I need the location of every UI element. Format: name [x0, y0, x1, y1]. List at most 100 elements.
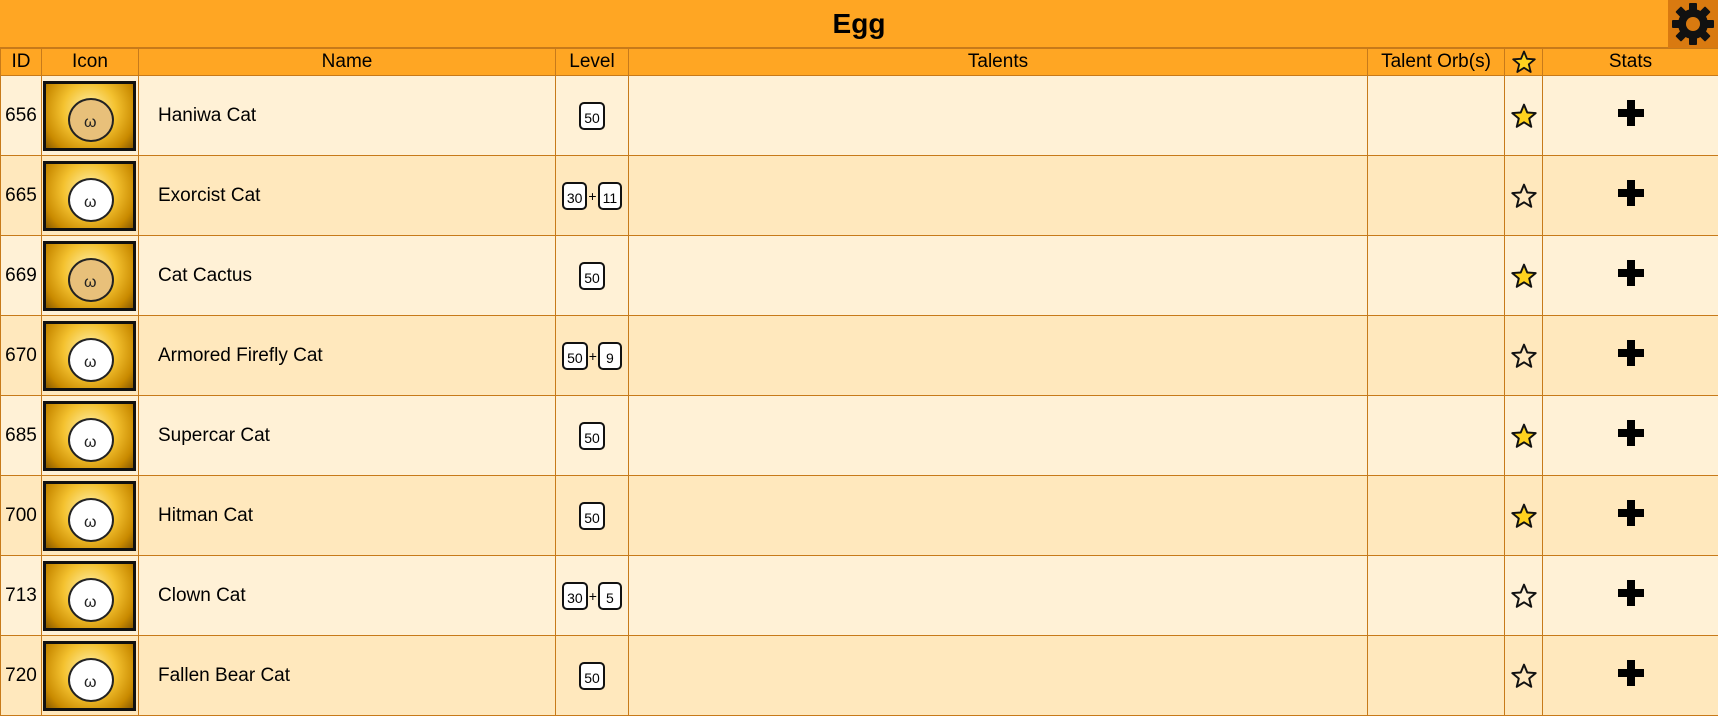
level-cell: 50 [556, 236, 629, 316]
star-icon[interactable] [1511, 503, 1537, 529]
table-row: 665 Exorcist Cat 30+11 [1, 156, 1718, 236]
cat-icon [43, 401, 136, 471]
expand-stats-icon[interactable] [1617, 659, 1645, 687]
star-icon[interactable] [1511, 663, 1537, 689]
level-input[interactable]: 50 [579, 102, 605, 130]
cat-name: Clown Cat [139, 556, 556, 636]
cat-id: 669 [1, 236, 42, 316]
table-header-row: ID Icon Name Level Talents Talent Orb(s)… [1, 49, 1718, 76]
col-header-name[interactable]: Name [139, 49, 556, 76]
favorite-cell [1505, 236, 1543, 316]
cat-id: 713 [1, 556, 42, 636]
favorite-cell [1505, 156, 1543, 236]
cat-icon [43, 81, 136, 151]
stats-cell [1543, 236, 1718, 316]
settings-button[interactable] [1668, 0, 1718, 48]
cat-face-icon [68, 178, 114, 222]
icon-cell [42, 476, 139, 556]
cat-id: 670 [1, 316, 42, 396]
level-cell: 50+9 [556, 316, 629, 396]
orbs-cell [1368, 396, 1505, 476]
level-input[interactable]: 50 [579, 502, 605, 530]
level-input[interactable]: 50 [579, 422, 605, 450]
cat-icon [43, 641, 136, 711]
orbs-cell [1368, 556, 1505, 636]
favorite-cell [1505, 76, 1543, 156]
expand-stats-icon[interactable] [1617, 579, 1645, 607]
col-header-icon[interactable]: Icon [42, 49, 139, 76]
table-row: 670 Armored Firefly Cat 50+9 [1, 316, 1718, 396]
cat-table: ID Icon Name Level Talents Talent Orb(s)… [0, 48, 1718, 716]
level-cell: 50 [556, 476, 629, 556]
cat-icon [43, 321, 136, 391]
cat-name: Cat Cactus [139, 236, 556, 316]
talents-cell [629, 76, 1368, 156]
cat-face-icon [68, 578, 114, 622]
col-header-stats[interactable]: Stats [1543, 49, 1718, 76]
stats-cell [1543, 476, 1718, 556]
level-cell: 30+11 [556, 156, 629, 236]
cat-face-icon [68, 98, 114, 142]
icon-cell [42, 156, 139, 236]
star-icon [1512, 50, 1536, 74]
level-control: 30+5 [562, 582, 622, 610]
level-input[interactable]: 50 [579, 262, 605, 290]
orbs-cell [1368, 636, 1505, 716]
cat-id: 720 [1, 636, 42, 716]
level-input[interactable]: 30 [562, 182, 588, 210]
stats-cell [1543, 76, 1718, 156]
favorite-cell [1505, 396, 1543, 476]
col-header-orbs[interactable]: Talent Orb(s) [1368, 49, 1505, 76]
talents-cell [629, 556, 1368, 636]
star-icon[interactable] [1511, 183, 1537, 209]
cat-id: 700 [1, 476, 42, 556]
expand-stats-icon[interactable] [1617, 339, 1645, 367]
star-icon[interactable] [1511, 583, 1537, 609]
icon-cell [42, 76, 139, 156]
plus-level-input[interactable]: 9 [598, 342, 622, 370]
level-separator: + [589, 348, 597, 364]
col-header-level[interactable]: Level [556, 49, 629, 76]
plus-level-input[interactable]: 11 [598, 182, 623, 210]
col-header-id[interactable]: ID [1, 49, 42, 76]
orbs-cell [1368, 156, 1505, 236]
stats-cell [1543, 396, 1718, 476]
cat-name: Haniwa Cat [139, 76, 556, 156]
cat-icon [43, 561, 136, 631]
table-row: 656 Haniwa Cat 50 [1, 76, 1718, 156]
level-cell: 30+5 [556, 556, 629, 636]
cat-name: Fallen Bear Cat [139, 636, 556, 716]
table-row: 713 Clown Cat 30+5 [1, 556, 1718, 636]
level-input[interactable]: 30 [562, 582, 588, 610]
page-header: Egg [0, 0, 1718, 48]
talents-cell [629, 236, 1368, 316]
icon-cell [42, 556, 139, 636]
orbs-cell [1368, 76, 1505, 156]
talents-cell [629, 636, 1368, 716]
col-header-talents[interactable]: Talents [629, 49, 1368, 76]
level-input[interactable]: 50 [562, 342, 588, 370]
col-header-favorite[interactable] [1505, 49, 1543, 76]
expand-stats-icon[interactable] [1617, 179, 1645, 207]
level-input[interactable]: 50 [579, 662, 605, 690]
expand-stats-icon[interactable] [1617, 99, 1645, 127]
page-title: Egg [833, 8, 886, 40]
star-icon[interactable] [1511, 103, 1537, 129]
level-cell: 50 [556, 396, 629, 476]
expand-stats-icon[interactable] [1617, 499, 1645, 527]
icon-cell [42, 236, 139, 316]
star-icon[interactable] [1511, 423, 1537, 449]
star-icon[interactable] [1511, 263, 1537, 289]
table-row: 720 Fallen Bear Cat 50 [1, 636, 1718, 716]
star-icon[interactable] [1511, 343, 1537, 369]
level-separator: + [589, 588, 597, 604]
favorite-cell [1505, 636, 1543, 716]
cat-name: Armored Firefly Cat [139, 316, 556, 396]
orbs-cell [1368, 236, 1505, 316]
expand-stats-icon[interactable] [1617, 419, 1645, 447]
cat-icon [43, 481, 136, 551]
expand-stats-icon[interactable] [1617, 259, 1645, 287]
plus-level-input[interactable]: 5 [598, 582, 622, 610]
stats-cell [1543, 156, 1718, 236]
gear-icon [1671, 2, 1715, 46]
